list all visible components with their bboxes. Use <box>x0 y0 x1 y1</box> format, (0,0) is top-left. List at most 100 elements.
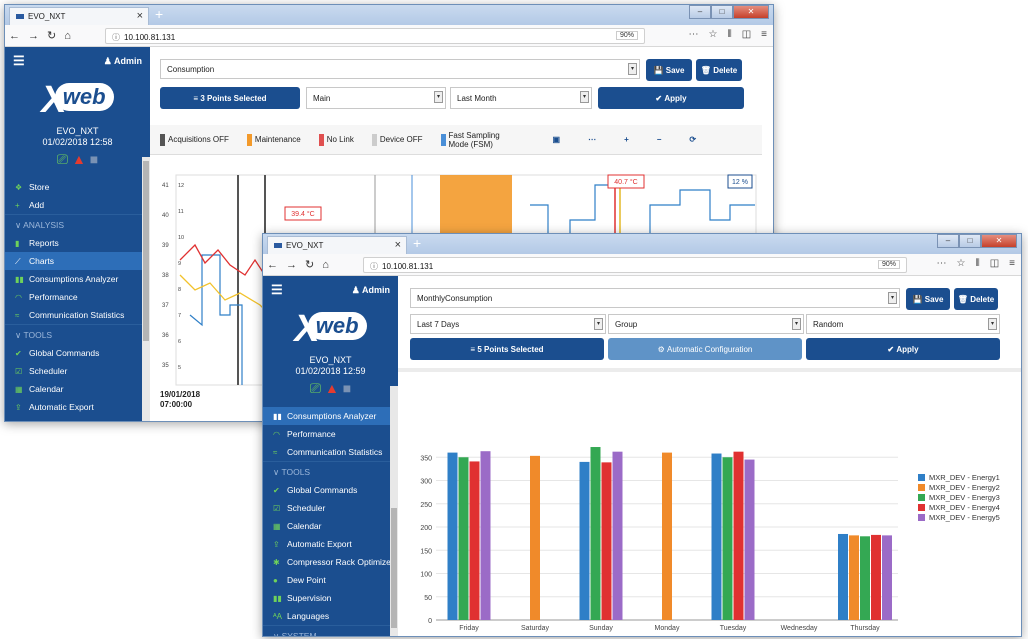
sidebar-item-calendar[interactable]: ▦ Calendar <box>263 517 398 535</box>
apply-button[interactable]: ✔ Apply <box>806 338 1000 360</box>
bar-mxr-dev-energy4-thursday[interactable] <box>871 534 881 620</box>
menu-icon[interactable]: ≡ <box>1009 258 1015 269</box>
maximize-icon[interactable]: □ <box>711 5 733 19</box>
zoom-in-icon[interactable]: + <box>624 135 629 144</box>
lock-icon[interactable]: ■ <box>343 380 351 396</box>
legend-item[interactable]: Device OFF <box>371 133 423 146</box>
bar-mxr-dev-energy2-monday[interactable] <box>662 452 672 620</box>
bar-mxr-dev-energy5-friday[interactable] <box>480 451 491 620</box>
sidebar-icon[interactable]: ◫ <box>742 29 751 40</box>
back-icon[interactable]: ← <box>267 259 278 271</box>
sidebar-item-calendar[interactable]: ▦ Calendar <box>5 380 150 398</box>
sidebar-item-compressor-rack-optimizer[interactable]: ✱Compressor Rack Optimizer <box>263 553 398 571</box>
delete-button[interactable]: 🗑 Delete <box>696 59 742 81</box>
sidebar-item-global-commands[interactable]: ✔ Global Commands <box>263 481 398 499</box>
bar-mxr-dev-energy3-sunday[interactable] <box>590 447 601 620</box>
section-system[interactable]: ∨ SYSTEM <box>263 625 398 636</box>
chart-select[interactable]: MonthlyConsumption ▾ <box>410 288 900 308</box>
period-select[interactable]: Last Month ▾ <box>450 87 592 109</box>
sidebar-item-global-commands[interactable]: ✔ Global Commands <box>5 344 150 362</box>
bar-mxr-dev-energy1-friday[interactable] <box>447 452 458 620</box>
bar-mxr-dev-energy3-thursday[interactable] <box>860 536 870 620</box>
menu-icon[interactable]: ≡ <box>761 29 767 40</box>
user-label[interactable]: ♟ Admin <box>104 56 142 67</box>
section-tools[interactable]: ∨ TOOLS <box>263 461 398 481</box>
hamburger-icon[interactable]: ☰ <box>271 282 283 298</box>
minimize-icon[interactable]: – <box>689 5 711 19</box>
library-icon[interactable]: ⫴ <box>728 29 732 40</box>
legend-item[interactable]: Fast Sampling Mode (FSM) <box>440 131 521 149</box>
legend-item[interactable]: MXR_DEV - Energy1 <box>918 472 1000 482</box>
more-icon[interactable]: ⋯ <box>937 258 947 269</box>
sidebar-item-performance[interactable]: ◠ Performance <box>5 288 150 306</box>
sidebar-item-dew-point[interactable]: ● Dew Point <box>263 571 398 589</box>
bar-mxr-dev-energy1-tuesday[interactable] <box>711 453 722 620</box>
legend-item[interactable]: MXR_DEV - Energy2 <box>918 482 1000 492</box>
url-bar[interactable]: ⓘ 10.100.81.131 90% <box>363 257 907 273</box>
reload-icon[interactable]: ↻ <box>47 29 56 42</box>
sidebar-item-compressor-rack-optimizer[interactable]: ✱Compressor Rack Optimizer <box>5 416 150 421</box>
browser-tab[interactable]: EVO_NXT × <box>267 236 407 254</box>
forward-icon[interactable]: → <box>286 259 297 271</box>
hamburger-icon[interactable]: ☰ <box>13 53 25 69</box>
save-button[interactable]: 💾 Save <box>646 59 692 81</box>
bar-mxr-dev-energy4-sunday[interactable] <box>601 462 612 620</box>
bar-mxr-dev-energy1-sunday[interactable] <box>579 461 590 620</box>
sidebar-item-reports[interactable]: ▮ Reports <box>5 234 150 252</box>
new-tab-icon[interactable]: + <box>413 235 421 251</box>
apply-button[interactable]: ✔ Apply <box>598 87 744 109</box>
sidebar-scrollbar[interactable] <box>390 386 398 636</box>
group-select[interactable]: Main ▾ <box>306 87 446 109</box>
close-window-icon[interactable]: ✕ <box>981 234 1017 248</box>
refresh-icon[interactable]: ⟳ <box>689 135 696 144</box>
section-analysis[interactable]: ∨ ANALYSIS <box>5 214 150 234</box>
close-tab-icon[interactable]: × <box>137 10 143 22</box>
sidebar-item-languages[interactable]: ᴬA Languages <box>263 607 398 625</box>
legend-item[interactable]: Acquisitions OFF <box>160 133 229 146</box>
bar-mxr-dev-energy4-tuesday[interactable] <box>733 451 744 620</box>
sidebar-item-scheduler[interactable]: ☑ Scheduler <box>5 362 150 380</box>
minimize-icon[interactable]: – <box>937 234 959 248</box>
library-icon[interactable]: ⫴ <box>976 258 980 269</box>
sidebar-item-supervision[interactable]: ▮▮ Supervision <box>263 589 398 607</box>
zoom-level[interactable]: 90% <box>877 260 900 269</box>
zoom-out-icon[interactable]: − <box>657 135 662 144</box>
url-bar[interactable]: ⓘ 10.100.81.131 90% <box>105 28 645 44</box>
new-tab-icon[interactable]: + <box>155 6 163 22</box>
browser-tab[interactable]: EVO_NXT × <box>9 7 149 25</box>
bar-mxr-dev-energy2-thursday[interactable] <box>849 535 859 620</box>
chart-select[interactable]: Consumption ▾ <box>160 59 640 79</box>
more-icon[interactable]: ⋯ <box>588 135 596 144</box>
delete-button[interactable]: 🗑 Delete <box>954 288 998 310</box>
save-button[interactable]: 💾 Save <box>906 288 950 310</box>
lock-icon[interactable]: ■ <box>90 151 98 167</box>
consumption-bar-chart[interactable]: 0 50 100 150 200 250 300 350 Friday Saturday Sunda… <box>398 426 1022 637</box>
sidebar-item-communication-statistics[interactable]: ≈ Communication Statistics <box>5 306 150 324</box>
legend-item[interactable]: MXR_DEV - Energy5 <box>918 512 1000 522</box>
sidebar-item-automatic-export[interactable]: ⇪ Automatic Export <box>5 398 150 416</box>
sidebar-item-scheduler[interactable]: ☑ Scheduler <box>263 499 398 517</box>
color-mode-select[interactable]: Random ▾ <box>806 314 1000 334</box>
bar-mxr-dev-energy3-tuesday[interactable] <box>722 457 733 620</box>
home-icon[interactable]: ⌂ <box>64 30 71 42</box>
sidebar-item-consumptions-analyzer[interactable]: ▮▮ Consumptions Analyzer <box>263 407 398 425</box>
home-icon[interactable]: ⌂ <box>322 259 329 271</box>
screenshot-icon[interactable]: ▣ <box>553 135 561 144</box>
sidebar-item-performance[interactable]: ◠ Performance <box>263 425 398 443</box>
reload-icon[interactable]: ↻ <box>305 258 314 271</box>
close-window-icon[interactable]: ✕ <box>733 5 769 19</box>
alarm-icon[interactable]: ▲ <box>72 151 86 167</box>
sidebar-scrollbar[interactable] <box>142 157 150 421</box>
forward-icon[interactable]: → <box>28 30 39 42</box>
sidebar-item-store[interactable]: ❖ Store <box>5 178 150 196</box>
bar-mxr-dev-energy5-tuesday[interactable] <box>744 459 755 620</box>
maximize-icon[interactable]: □ <box>959 234 981 248</box>
bar-mxr-dev-energy1-thursday[interactable] <box>838 533 848 620</box>
zoom-level[interactable]: 90% <box>615 31 638 40</box>
automatic-configuration-button[interactable]: ⚙ Automatic Configuration <box>608 338 802 360</box>
legend-item[interactable]: Maintenance <box>246 133 301 146</box>
points-button[interactable]: ≡ 5 Points Selected <box>410 338 604 360</box>
monitor-icon[interactable]: ⎚ <box>310 380 321 396</box>
more-icon[interactable]: ⋯ <box>689 29 699 40</box>
sidebar-item-charts[interactable]: ⟋ Charts <box>5 252 150 270</box>
